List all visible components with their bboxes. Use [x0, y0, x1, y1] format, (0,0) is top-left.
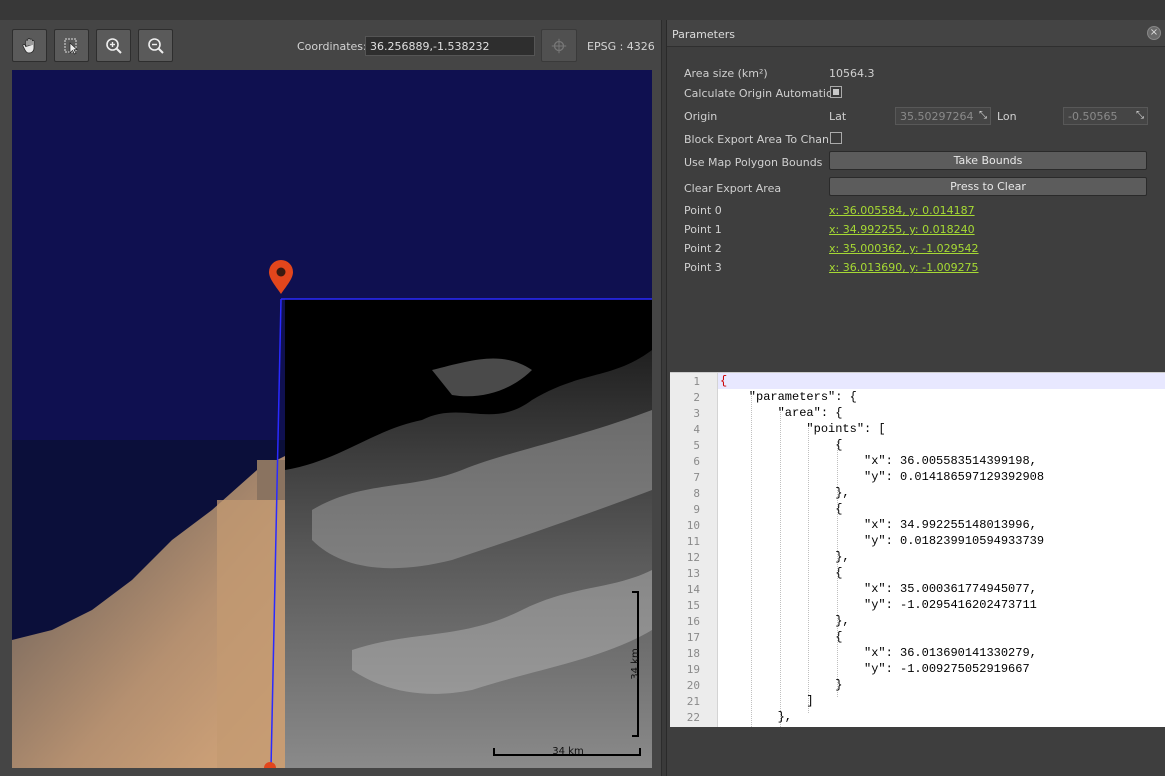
locate-icon — [551, 38, 567, 53]
line-number: 5 — [693, 439, 700, 452]
lat-label: Lat — [829, 110, 847, 123]
map-render: 34 km 34 km — [12, 70, 652, 768]
line-number: 18 — [686, 647, 700, 660]
code-line: "x": 35.000361774945077, — [720, 582, 1037, 596]
code-line: }, — [720, 486, 850, 500]
point-2-link[interactable]: x: 35.000362, y: -1.029542 — [829, 242, 979, 255]
json-editor[interactable]: 1 2 3 4 5 6 7 8 9 10 11 12 13 14 15 16 17 18 19 20 21 22 { "p… — [670, 372, 1165, 727]
hand-icon — [22, 37, 34, 53]
land-pixels-edge — [257, 460, 287, 500]
point-3-link[interactable]: x: 36.013690, y: -1.009275 — [829, 261, 979, 274]
epsg-label: EPSG : 4326 — [587, 40, 655, 53]
point-3-label: Point 3 — [684, 261, 722, 274]
line-number: 16 — [686, 615, 700, 628]
code-line: { — [720, 438, 843, 452]
point-1-label: Point 1 — [684, 223, 722, 236]
code-line: "y": -1.009275052919667 — [720, 662, 1030, 676]
map-canvas[interactable]: 34 km 34 km — [12, 70, 652, 768]
scale-label-horizontal: 34 km — [552, 746, 583, 757]
line-number: 1 — [693, 375, 700, 388]
lon-field[interactable]: -0.50565 ⤡ — [1063, 107, 1148, 125]
lon-value: -0.50565 — [1068, 110, 1118, 123]
code-line: "x": 34.992255148013996, — [720, 518, 1037, 532]
scale-label-vertical: 34 km — [630, 648, 641, 679]
code-line: "area": { — [720, 406, 843, 420]
line-number: 3 — [693, 407, 700, 420]
code-line: { — [720, 566, 843, 580]
zoom-out-icon — [147, 37, 164, 54]
use-bounds-label: Use Map Polygon Bounds — [684, 156, 823, 169]
code-line: { — [720, 502, 843, 516]
calc-origin-checkbox[interactable] — [830, 86, 842, 98]
select-tool-button[interactable] — [54, 29, 89, 62]
take-bounds-button[interactable]: Take Bounds — [829, 151, 1147, 170]
code-line: "parameters": { — [720, 390, 857, 404]
lon-label: Lon — [997, 110, 1017, 123]
lat-field[interactable]: 35.50297264 ⤡ — [895, 107, 991, 125]
lat-value: 35.50297264 — [900, 110, 974, 123]
line-number-gutter: 1 2 3 4 5 6 7 8 9 10 11 12 13 14 15 16 17 18 19 20 21 22 — [670, 373, 718, 727]
map-panel: Coordinates: EPSG : 4326 — [0, 20, 662, 776]
line-number: 13 — [686, 567, 700, 580]
app-window: Coordinates: EPSG : 4326 — [0, 0, 1165, 776]
close-icon[interactable]: × — [1147, 26, 1161, 40]
calc-origin-label: Calculate Origin Automatic... — [684, 87, 843, 100]
select-cursor-icon — [64, 38, 78, 54]
parameters-title: Parameters — [672, 28, 735, 41]
line-number: 6 — [693, 455, 700, 468]
line-number: 17 — [686, 631, 700, 644]
code-line: }, — [720, 614, 850, 628]
point-0-label: Point 0 — [684, 204, 722, 217]
line-number: 15 — [686, 599, 700, 612]
line-number: 14 — [686, 583, 700, 596]
line-number: 20 — [686, 679, 700, 692]
clear-export-button[interactable]: Press to Clear — [829, 177, 1147, 196]
top-strip — [0, 0, 1165, 20]
locate-button[interactable] — [541, 29, 577, 62]
point-2-label: Point 2 — [684, 242, 722, 255]
code-line: { — [720, 630, 843, 644]
code-line: "points": [ — [720, 422, 886, 436]
area-size-value: 10564.3 — [829, 67, 875, 80]
line-number: 11 — [686, 535, 700, 548]
code-line: "x": 36.013690141330279, — [720, 646, 1037, 660]
expand-icon[interactable]: ⤡ — [979, 110, 987, 121]
code-line: }, — [720, 710, 793, 724]
code-line: { — [720, 374, 728, 388]
coordinates-label: Coordinates: — [297, 40, 367, 53]
code-line: "y": -1.0295416202473711 — [720, 598, 1037, 612]
parameters-header: Parameters × — [667, 20, 1165, 47]
line-number: 9 — [693, 503, 700, 516]
block-export-checkbox[interactable] — [830, 132, 842, 144]
line-number: 2 — [693, 391, 700, 404]
zoom-out-button[interactable] — [138, 29, 173, 62]
line-number: 10 — [686, 519, 700, 532]
code-line: "y": 0.018239910594933739 — [720, 534, 1045, 548]
zoom-in-button[interactable] — [96, 29, 131, 62]
coordinates-input[interactable] — [365, 36, 535, 56]
code-line: } — [720, 678, 843, 692]
area-size-label: Area size (km²) — [684, 67, 768, 80]
code-line: "x": 36.005583514399198, — [720, 454, 1037, 468]
line-number: 12 — [686, 551, 700, 564]
block-export-label: Block Export Area To Chan... — [684, 133, 840, 146]
line-number: 19 — [686, 663, 700, 676]
origin-label: Origin — [684, 110, 718, 123]
code-line: }, — [720, 550, 850, 564]
point-0-link[interactable]: x: 36.005584, y: 0.014187 — [829, 204, 975, 217]
code-line: ] — [720, 694, 814, 708]
expand-icon[interactable]: ⤡ — [1136, 110, 1144, 121]
line-number: 4 — [693, 423, 700, 436]
pan-tool-button[interactable] — [12, 29, 47, 62]
line-number: 7 — [693, 471, 700, 484]
code-line: "y": 0.014186597129392908 — [720, 470, 1045, 484]
line-number: 8 — [693, 487, 700, 500]
zoom-in-icon — [105, 37, 122, 54]
point-1-link[interactable]: x: 34.992255, y: 0.018240 — [829, 223, 975, 236]
line-number: 21 — [686, 695, 700, 708]
line-number: 22 — [686, 711, 700, 724]
clear-export-label: Clear Export Area — [684, 182, 782, 195]
current-line-highlight — [718, 373, 1165, 389]
